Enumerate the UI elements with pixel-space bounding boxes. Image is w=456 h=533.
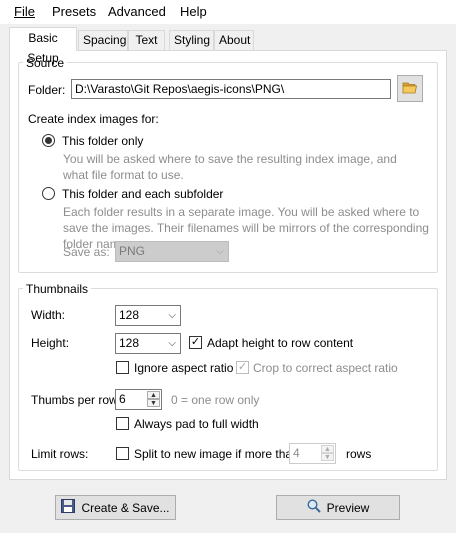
menu-presets[interactable]: Presets	[52, 4, 96, 20]
thumbnails-group	[18, 288, 438, 471]
save-as-label: Save as:	[63, 245, 110, 259]
folder-open-icon	[402, 81, 418, 97]
tab-text[interactable]: Text	[128, 30, 165, 50]
limit-rows-label: Limit rows:	[31, 447, 89, 461]
ignore-aspect-label: Ignore aspect ratio	[134, 361, 234, 375]
magnifier-icon	[307, 499, 321, 516]
always-pad-label: Always pad to full width	[134, 417, 259, 431]
stepper-down-icon[interactable]: ▼	[147, 399, 160, 407]
preview-button[interactable]: Preview	[276, 495, 400, 520]
tab-styling[interactable]: Styling	[169, 30, 214, 50]
height-label: Height:	[31, 336, 70, 350]
radio-folder-and-subfolders[interactable]	[42, 187, 55, 200]
tab-panel-basic-setup: Source Folder: D:\Varasto\Git Repos\aegi…	[9, 50, 447, 480]
menu-file[interactable]: File	[14, 4, 35, 20]
radio-this-folder-only-label: This folder only	[62, 134, 144, 148]
thumbs-per-row-hint: 0 = one row only	[171, 393, 260, 407]
this-folder-only-hint: You will be asked where to save the resu…	[63, 152, 397, 182]
chevron-down-icon: ⌵	[168, 310, 176, 321]
save-disk-icon	[61, 499, 76, 516]
chevron-down-icon: ⌵	[168, 338, 176, 349]
split-rows-checkbox[interactable]	[116, 447, 129, 460]
browse-folder-button[interactable]	[397, 75, 423, 102]
crop-aspect-checkbox[interactable]: ✓	[236, 361, 249, 374]
tab-basic-setup[interactable]: Basic Setup	[9, 27, 77, 65]
create-save-button[interactable]: Create & Save...	[55, 495, 176, 520]
thumbs-per-row-label: Thumbs per row:	[31, 393, 122, 407]
always-pad-checkbox[interactable]	[116, 417, 129, 430]
ignore-aspect-checkbox[interactable]	[116, 361, 129, 374]
folder-path-input[interactable]: D:\Varasto\Git Repos\aegis-icons\PNG\	[71, 79, 391, 99]
menu-help[interactable]: Help	[180, 4, 207, 20]
save-as-select[interactable]: PNG ⌵	[115, 241, 229, 262]
thumbnails-group-title: Thumbnails	[23, 282, 92, 296]
radio-this-folder-only[interactable]	[42, 134, 55, 147]
adapt-height-checkbox[interactable]: ✓	[189, 336, 202, 349]
stepper-down-icon[interactable]: ▼	[321, 453, 334, 461]
stepper-up-icon[interactable]: ▲	[147, 391, 160, 399]
stepper-up-icon[interactable]: ▲	[321, 445, 334, 453]
width-select[interactable]: 128 ⌵	[115, 305, 181, 326]
thumbs-per-row-stepper[interactable]: 6 ▲ ▼	[115, 389, 162, 410]
split-rows-stepper[interactable]: 4 ▲ ▼	[289, 443, 336, 464]
stepper-buttons: ▲ ▼	[321, 445, 334, 462]
tab-about[interactable]: About	[214, 30, 254, 50]
adapt-height-label: Adapt height to row content	[207, 336, 354, 350]
folder-label: Folder:	[28, 83, 66, 97]
menu-bar: File Presets Advanced Help	[0, 0, 456, 24]
height-select[interactable]: 128 ⌵	[115, 333, 181, 354]
tab-spacing[interactable]: Spacing	[78, 30, 128, 50]
rows-label: rows	[346, 447, 372, 461]
chevron-down-icon: ⌵	[216, 246, 224, 257]
width-label: Width:	[31, 308, 66, 322]
crop-aspect-label: Crop to correct aspect ratio	[253, 361, 398, 375]
menu-advanced[interactable]: Advanced	[108, 4, 166, 20]
stepper-buttons: ▲ ▼	[147, 391, 160, 408]
create-index-label: Create index images for:	[28, 112, 159, 126]
radio-folder-and-subfolders-label: This folder and each subfolder	[62, 187, 224, 201]
split-rows-label: Split to new image if more than	[134, 447, 299, 461]
